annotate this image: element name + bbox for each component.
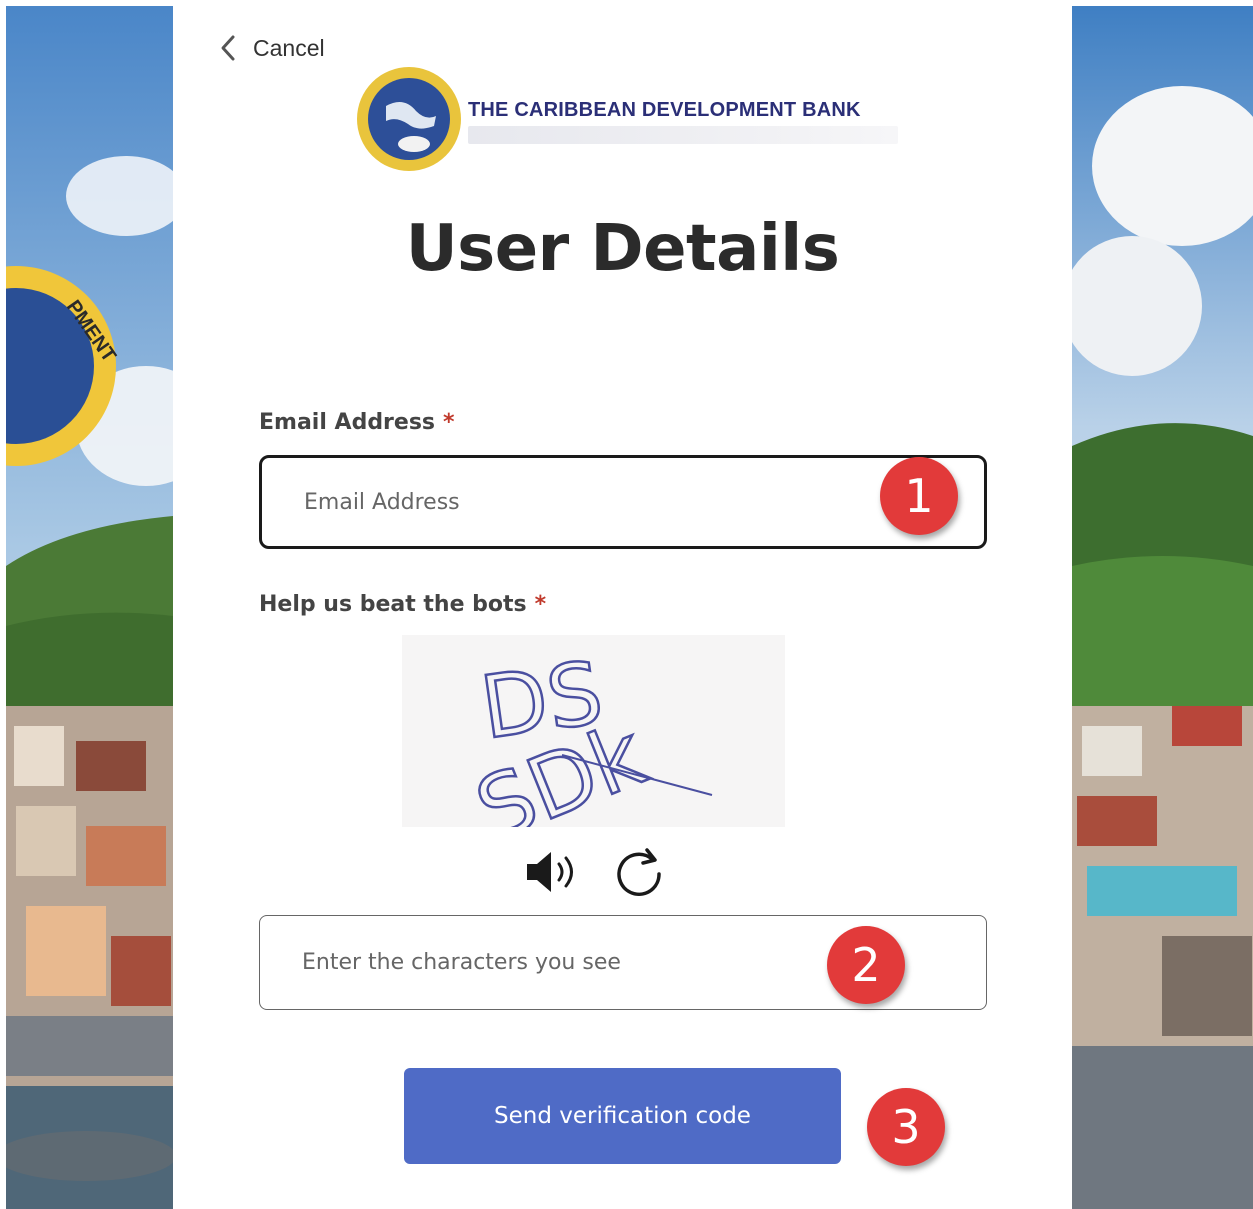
bank-name: THE CARIBBEAN DEVELOPMENT BANK [468,99,861,121]
bank-logo: THE CARIBBEAN DEVELOPMENT BANK [356,66,916,174]
send-verification-code-button[interactable]: Send verification code [404,1068,841,1164]
form-panel: Cancel THE CARIBBEAN DEVELOPMENT BANK Us… [173,0,1072,1209]
bank-seal-icon [357,67,461,171]
captcha-label-text: Help us beat the bots [259,592,527,617]
background-image-left: PMENT [6,6,173,1209]
send-button-label: Send verification code [494,1103,751,1129]
background-image-right [1072,6,1253,1209]
cancel-label: Cancel [253,34,325,61]
email-label: Email Address * [259,410,455,435]
email-field[interactable]: Email Address [259,455,987,549]
chevron-left-icon [221,35,235,61]
required-mark: * [534,592,547,617]
email-placeholder: Email Address [304,489,460,515]
page-title: User Details [405,212,840,286]
captcha-placeholder: Enter the characters you see [302,950,621,975]
refresh-icon[interactable] [613,846,665,898]
required-mark: * [443,410,455,435]
step-badge-3: 3 [867,1088,945,1166]
captcha-label: Help us beat the bots * [259,592,546,617]
captcha-image: DS SDk [402,635,785,827]
step-badge-1: 1 [880,457,958,535]
step-badge-2: 2 [827,926,905,1004]
speaker-icon[interactable] [525,848,581,896]
cancel-link[interactable]: Cancel [217,30,325,66]
bank-tagline [468,126,898,144]
email-label-text: Email Address [259,410,436,435]
signup-page: PMENT Cancel THE CARIBBEAN DEVELOPMENT B… [0,0,1253,1209]
